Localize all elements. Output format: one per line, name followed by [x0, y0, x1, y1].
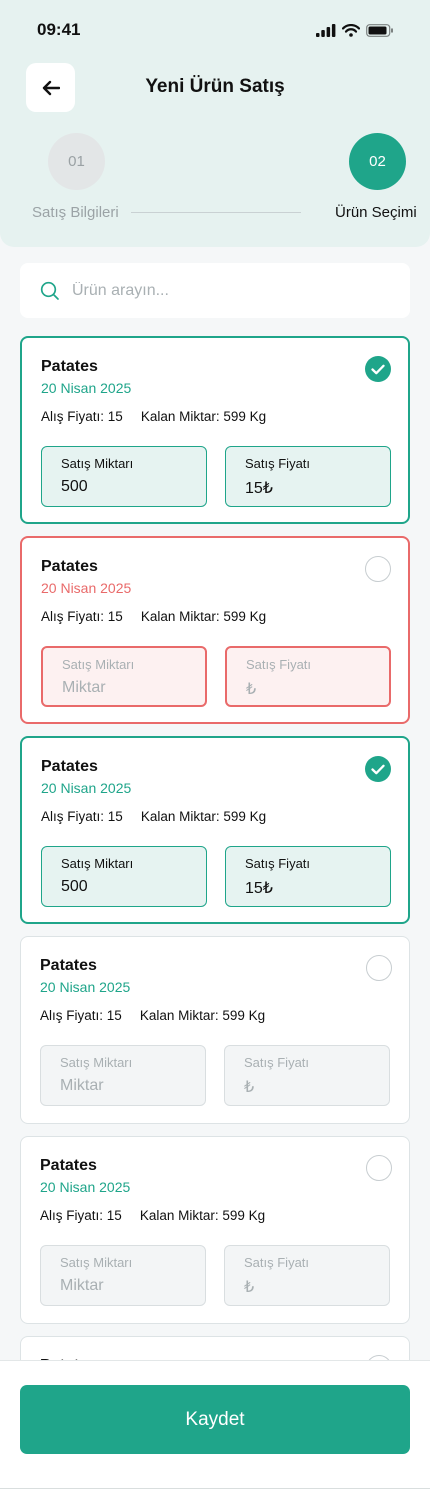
product-info: Alış Fiyatı: 15 Kalan Miktar: 599 Kg [41, 409, 266, 424]
remaining-qty-label: Kalan Miktar: [139, 1008, 219, 1023]
select-checkbox[interactable] [366, 1155, 392, 1181]
signal-icon [316, 23, 336, 37]
purchase-price-label: Alış Fiyatı: [41, 809, 105, 824]
product-name: Patates [41, 558, 98, 575]
page-title: Yeni Ürün Satış [145, 76, 285, 97]
sale-qty-input[interactable]: Satış Miktarı 500 [41, 846, 207, 907]
remaining-qty-value: 599 Kg [222, 1008, 266, 1023]
purchase-price-value: 15 [107, 409, 123, 424]
sale-qty-label: Satış Miktarı [61, 856, 134, 871]
purchase-price-label: Alış Fiyatı: [41, 409, 105, 424]
sale-price-input[interactable]: Satış Fiyatı 15₺ [225, 446, 391, 507]
select-checkbox[interactable] [365, 356, 391, 382]
select-checkbox[interactable] [365, 556, 391, 582]
product-info: Alış Fiyatı: 15 Kalan Miktar: 599 Kg [41, 609, 266, 624]
sale-qty-value: Miktar [62, 679, 106, 696]
step-1-label: Satış Bilgileri [32, 204, 119, 221]
product-date: 20 Nisan 2025 [41, 780, 132, 796]
select-checkbox[interactable] [365, 756, 391, 782]
product-name: Patates [41, 358, 98, 375]
check-icon [371, 364, 385, 374]
sale-price-value: 15₺ [245, 880, 273, 897]
purchase-price-value: 15 [107, 809, 123, 824]
purchase-price-value: 15 [107, 609, 123, 624]
product-list[interactable]: Patates 20 Nisan 2025 Alış Fiyatı: 15 Kalan… [0, 336, 430, 1360]
sale-price-value: ₺ [246, 681, 257, 698]
remaining-qty-value: 599 Kg [223, 809, 267, 824]
purchase-price-value: 15 [106, 1008, 122, 1023]
sale-price-input[interactable]: Satış Fiyatı ₺ [225, 646, 391, 707]
purchase-price-label: Alış Fiyatı: [41, 609, 105, 624]
sale-qty-value: Miktar [60, 1277, 104, 1294]
product-card[interactable]: Patates 20 Nisan 2025 Alış Fiyatı: 15 Kalan… [20, 736, 410, 924]
sale-price-label: Satış Fiyatı [245, 456, 311, 471]
sale-price-value: 15₺ [245, 480, 273, 497]
product-card[interactable]: Patates 20 Nisan 2025 Alış Fiyatı: 15 Kalan… [20, 536, 410, 724]
bottom-action-bar: Kaydet [0, 1360, 430, 1489]
sale-qty-input[interactable]: Satış Miktarı Miktar [40, 1245, 206, 1306]
remaining-qty-label: Kalan Miktar: [139, 1208, 219, 1223]
remaining-qty-value: 599 Kg [223, 409, 267, 424]
product-name: Patates [40, 1157, 97, 1174]
product-date: 20 Nisan 2025 [41, 580, 132, 596]
step-2-indicator: 02 [349, 133, 406, 190]
sale-price-label: Satış Fiyatı [246, 657, 312, 672]
purchase-price-value: 15 [106, 1208, 122, 1223]
sale-price-label: Satış Fiyatı [244, 1055, 310, 1070]
save-button[interactable]: Kaydet [20, 1385, 410, 1454]
sale-qty-value: 500 [61, 478, 88, 495]
sale-qty-input[interactable]: Satış Miktarı Miktar [40, 1045, 206, 1106]
product-card[interactable]: Patates 20 Nisan 2025 Alış Fiyatı: 15 Kalan… [20, 1136, 410, 1324]
sale-price-label: Satış Fiyatı [245, 856, 311, 871]
step-connector [131, 212, 301, 213]
sale-price-value: ₺ [244, 1279, 255, 1296]
remaining-qty-label: Kalan Miktar: [140, 609, 220, 624]
sale-price-input[interactable]: Satış Fiyatı ₺ [224, 1245, 390, 1306]
product-name: Patates [40, 957, 97, 974]
system-icons [316, 23, 394, 37]
sale-price-value: ₺ [244, 1079, 255, 1096]
search-box[interactable] [20, 263, 410, 318]
product-name: Patates [41, 758, 98, 775]
remaining-qty-value: 599 Kg [223, 609, 267, 624]
product-date: 20 Nisan 2025 [40, 979, 131, 995]
sale-price-label: Satış Fiyatı [244, 1255, 310, 1270]
sale-price-input[interactable]: Satış Fiyatı ₺ [224, 1045, 390, 1106]
sale-qty-value: 500 [61, 878, 88, 895]
sale-qty-label: Satış Miktarı [60, 1255, 133, 1270]
sale-qty-input[interactable]: Satış Miktarı 500 [41, 446, 207, 507]
search-input[interactable] [72, 281, 372, 300]
select-checkbox[interactable] [366, 955, 392, 981]
product-date: 20 Nisan 2025 [40, 1179, 131, 1195]
purchase-price-label: Alış Fiyatı: [40, 1008, 104, 1023]
product-card[interactable]: Patates 20 Nisan 2025 Alış Fiyatı: 15 Kalan… [20, 936, 410, 1124]
product-date: 20 Nisan 2025 [41, 380, 132, 396]
product-info: Alış Fiyatı: 15 Kalan Miktar: 599 Kg [40, 1208, 265, 1223]
check-icon [371, 764, 385, 774]
sale-qty-value: Miktar [60, 1077, 104, 1094]
purchase-price-label: Alış Fiyatı: [40, 1208, 104, 1223]
wifi-icon [342, 23, 360, 37]
battery-icon [366, 23, 393, 37]
sale-price-input[interactable]: Satış Fiyatı 15₺ [225, 846, 391, 907]
step-2-label: Ürün Seçimi [335, 204, 417, 221]
remaining-qty-label: Kalan Miktar: [140, 409, 220, 424]
status-bar: 09:41 [37, 18, 394, 42]
sale-qty-label: Satış Miktarı [60, 1055, 133, 1070]
remaining-qty-value: 599 Kg [222, 1208, 266, 1223]
remaining-qty-label: Kalan Miktar: [140, 809, 220, 824]
step-1-indicator: 01 [48, 133, 105, 190]
status-time: 09:41 [37, 20, 81, 39]
product-info: Alış Fiyatı: 15 Kalan Miktar: 599 Kg [41, 809, 266, 824]
product-info: Alış Fiyatı: 15 Kalan Miktar: 599 Kg [40, 1008, 265, 1023]
sale-qty-label: Satış Miktarı [62, 657, 135, 672]
product-card[interactable]: Patates 20 Nisan 2025 Alış Fiyatı: 15 Kalan… [20, 336, 410, 524]
sale-qty-label: Satış Miktarı [61, 456, 134, 471]
sale-qty-input[interactable]: Satış Miktarı Miktar [41, 646, 207, 707]
search-icon [40, 281, 59, 300]
product-card[interactable]: Patates20 Nisan 2025Alış Fiyatı: 15Kalan… [20, 1336, 410, 1360]
